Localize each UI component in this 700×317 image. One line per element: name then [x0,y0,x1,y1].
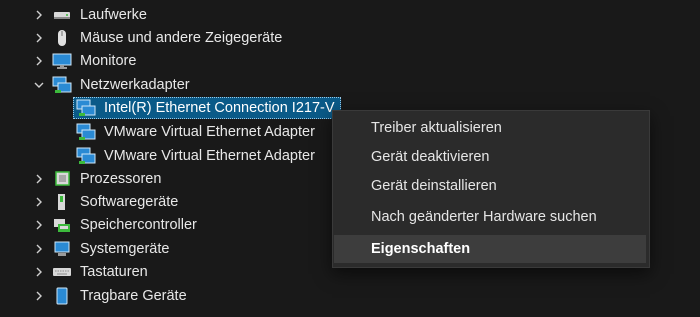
tree-item-label: Tastaturen [80,264,148,280]
tree-item-label: Mäuse und andere Zeigegeräte [80,30,283,46]
tree-item-monitore[interactable]: Monitore [0,50,700,73]
storage-controller-icon [54,219,70,232]
tree-item-tragbare-geraete[interactable]: Tragbare Geräte [0,285,700,308]
tree-item-label: Tragbare Geräte [80,288,187,304]
chevron-down-icon[interactable] [34,80,44,90]
context-menu: Treiber aktualisieren Gerät deaktivieren… [332,110,650,268]
menu-item-scan-hardware-changes[interactable]: Nach geänderter Hardware suchen [334,203,646,231]
chevron-right-icon[interactable] [34,33,44,43]
network-adapter-icon [76,147,96,164]
menu-item-properties[interactable]: Eigenschaften [334,235,646,263]
chevron-right-icon[interactable] [34,244,44,254]
tree-item-laufwerke[interactable]: Laufwerke [0,4,700,27]
tree-item-label: Intel(R) Ethernet Connection I217-V [104,100,335,116]
chevron-right-icon[interactable] [34,220,44,230]
chevron-right-icon[interactable] [34,174,44,184]
tree-item-label: Laufwerke [80,7,147,23]
keyboard-icon [53,268,71,276]
network-adapter-icon [76,99,96,116]
chevron-right-icon[interactable] [34,56,44,66]
tree-item-label: Softwaregeräte [80,194,179,210]
chevron-right-icon[interactable] [34,291,44,301]
tree-item-label: Prozessoren [80,171,162,187]
menu-item-label: Nach geänderter Hardware suchen [371,209,597,225]
tree-item-label: Speichercontroller [80,217,197,233]
tree-item-label: Monitore [80,53,137,69]
system-device-icon [54,241,70,256]
chevron-right-icon[interactable] [34,267,44,277]
portable-device-icon [56,287,68,305]
drive-icon [54,12,70,19]
tree-item-label: Systemgeräte [80,241,170,257]
tree-item-maeuse[interactable]: Mäuse und andere Zeigegeräte [0,27,700,50]
tree-item-label: VMware Virtual Ethernet Adapter [104,124,315,140]
processor-icon [55,171,70,186]
chevron-right-icon[interactable] [34,197,44,207]
menu-item-disable-device[interactable]: Gerät deaktivieren [334,143,646,171]
software-device-icon [58,194,65,210]
menu-item-label: Gerät deaktivieren [371,149,490,165]
menu-item-label: Treiber aktualisieren [371,120,502,136]
tree-item-netzwerkadapter[interactable]: Netzwerkadapter [0,74,700,97]
network-adapter-icon [52,76,72,93]
tree-item-label: Netzwerkadapter [80,77,190,93]
chevron-right-icon[interactable] [34,10,44,20]
menu-item-update-driver[interactable]: Treiber aktualisieren [334,114,646,142]
tree-item-label: VMware Virtual Ethernet Adapter [104,148,315,164]
network-adapter-icon [76,123,96,140]
menu-item-label: Gerät deinstallieren [371,178,497,194]
mouse-icon [58,30,66,46]
menu-item-uninstall-device[interactable]: Gerät deinstallieren [334,172,646,200]
menu-item-label: Eigenschaften [371,241,471,257]
monitor-icon [52,53,72,69]
